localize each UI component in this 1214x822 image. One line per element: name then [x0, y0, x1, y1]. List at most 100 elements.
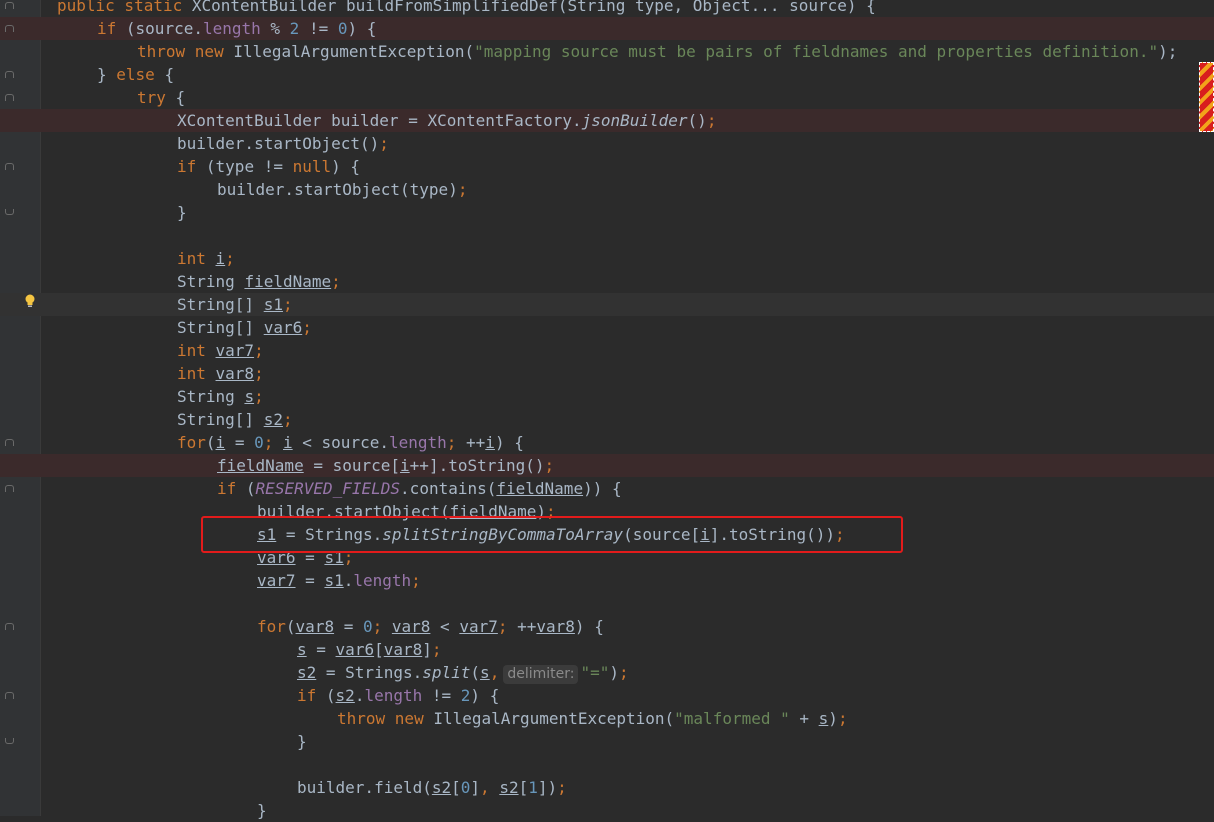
code-token: ;: [446, 433, 467, 452]
code-token: builder.startObject(type): [217, 180, 458, 199]
code-token: ;: [411, 571, 421, 590]
code-token: var7: [215, 341, 255, 360]
code-line[interactable]: if (type != null) {: [0, 155, 1214, 178]
code-line[interactable]: throw new IllegalArgumentException("mapp…: [0, 40, 1214, 63]
code-line[interactable]: }: [0, 799, 1214, 822]
code-token: s: [818, 709, 829, 728]
code-token: IllegalArgumentException(: [433, 709, 675, 728]
code-token: ++: [517, 617, 537, 636]
code-line[interactable]: }: [0, 201, 1214, 224]
code-line[interactable]: String s;: [0, 385, 1214, 408]
code-token: (: [285, 617, 296, 636]
code-line[interactable]: public static XContentBuilder buildFromS…: [0, 0, 1214, 17]
annotation-highlight-box: [201, 516, 903, 553]
code-line[interactable]: String fieldName;: [0, 270, 1214, 293]
code-line[interactable]: builder.startObject();: [0, 132, 1214, 155]
code-editor[interactable]: public static XContentBuilder buildFromS…: [0, 0, 1214, 820]
code-token: var8: [295, 617, 335, 636]
code-token: ;: [706, 111, 717, 130]
code-line[interactable]: [0, 592, 1214, 615]
fold-marker-icon[interactable]: [5, 2, 14, 9]
fold-marker-icon[interactable]: [5, 738, 14, 744]
code-line[interactable]: int var7;: [0, 339, 1214, 362]
code-line[interactable]: for(i = 0; i < source.length; ++i) {: [0, 431, 1214, 454]
code-token: for: [257, 617, 286, 636]
code-token: ;: [254, 341, 264, 360]
code-token: [: [451, 778, 461, 797]
fold-marker-icon[interactable]: [5, 692, 14, 699]
code-token: }: [297, 732, 307, 751]
code-line[interactable]: if (RESERVED_FIELDS.contains(fieldName))…: [0, 477, 1214, 500]
code-line[interactable]: builder.startObject(type);: [0, 178, 1214, 201]
code-line[interactable]: int var8;: [0, 362, 1214, 385]
code-line[interactable]: throw new IllegalArgumentException("malf…: [0, 707, 1214, 730]
code-token: 1: [528, 778, 538, 797]
code-token: ]: [422, 640, 432, 659]
code-text: }: [177, 201, 187, 224]
code-text: throw new IllegalArgumentException("mapp…: [137, 40, 1177, 63]
code-line[interactable]: String[] var6;: [0, 316, 1214, 339]
parameter-hint: delimiter:: [503, 665, 579, 684]
code-token: i: [485, 433, 495, 452]
code-token: !=: [299, 19, 338, 38]
fold-marker-icon[interactable]: [5, 485, 14, 492]
fold-marker-icon[interactable]: [5, 94, 14, 101]
code-text: int var7;: [177, 339, 264, 362]
code-token: RESERVED_FIELDS: [255, 479, 401, 498]
fold-marker-icon[interactable]: [5, 209, 14, 215]
code-token: {: [175, 88, 186, 107]
code-text: }: [297, 730, 307, 753]
code-token: 0: [254, 433, 264, 452]
code-token: length: [353, 571, 412, 590]
code-line[interactable]: [0, 753, 1214, 776]
code-text: s2 = Strings.split(s, delimiter: "=");: [297, 661, 629, 684]
code-token: if: [217, 479, 246, 498]
code-line[interactable]: var7 = s1.length;: [0, 569, 1214, 592]
code-token: s: [480, 663, 490, 682]
code-line[interactable]: if (source.length % 2 != 0) {: [0, 17, 1214, 40]
fold-marker-icon[interactable]: [5, 71, 14, 78]
code-line[interactable]: try {: [0, 86, 1214, 109]
code-token: String: [177, 387, 245, 406]
code-line[interactable]: s = var6[var8];: [0, 638, 1214, 661]
code-token: <: [430, 617, 460, 636]
code-token: var8: [215, 364, 255, 383]
code-token: 2: [460, 686, 471, 705]
code-text: String s;: [177, 385, 264, 408]
code-token: String[]: [177, 318, 264, 337]
fold-marker-icon[interactable]: [5, 163, 14, 170]
code-token: var8: [536, 617, 575, 636]
code-line[interactable]: fieldName = source[i++].toString();: [0, 454, 1214, 477]
code-line[interactable]: int i;: [0, 247, 1214, 270]
fold-marker-icon[interactable]: [5, 25, 14, 32]
code-token: length: [388, 433, 447, 452]
code-line[interactable]: }: [0, 730, 1214, 753]
code-line[interactable]: XContentBuilder builder = XContentFactor…: [0, 109, 1214, 132]
code-token: "mapping source must be pairs of fieldna…: [474, 42, 1159, 61]
code-text: try {: [137, 86, 185, 109]
code-token: String[]: [177, 410, 264, 429]
code-line[interactable]: builder.field(s2[0], s2[1]);: [0, 776, 1214, 799]
code-text: int i;: [177, 247, 235, 270]
fold-marker-icon[interactable]: [5, 623, 14, 630]
code-token: [: [374, 640, 384, 659]
lightbulb-icon[interactable]: [24, 294, 36, 308]
code-line[interactable]: String[] s1;: [0, 293, 1214, 316]
code-token: ;: [372, 617, 392, 636]
fold-marker-icon[interactable]: [5, 439, 14, 446]
code-token: var6: [335, 640, 375, 659]
code-line[interactable]: } else {: [0, 63, 1214, 86]
code-token: for: [177, 433, 206, 452]
code-text: for(var8 = 0; var8 < var7; ++var8) {: [257, 615, 604, 638]
code-line[interactable]: s2 = Strings.split(s, delimiter: "=");: [0, 661, 1214, 684]
code-line[interactable]: String[] s2;: [0, 408, 1214, 431]
code-token: builder.startObject(): [177, 134, 380, 153]
code-token: ;: [302, 318, 312, 337]
code-token: (type !=: [205, 157, 293, 176]
code-line[interactable]: for(var8 = 0; var8 < var7; ++var8) {: [0, 615, 1214, 638]
code-token: String: [177, 272, 245, 291]
code-line[interactable]: if (s2.length != 2) {: [0, 684, 1214, 707]
code-text: XContentBuilder builder = XContentFactor…: [177, 109, 716, 132]
code-token: i: [215, 249, 226, 268]
code-line[interactable]: [0, 224, 1214, 247]
